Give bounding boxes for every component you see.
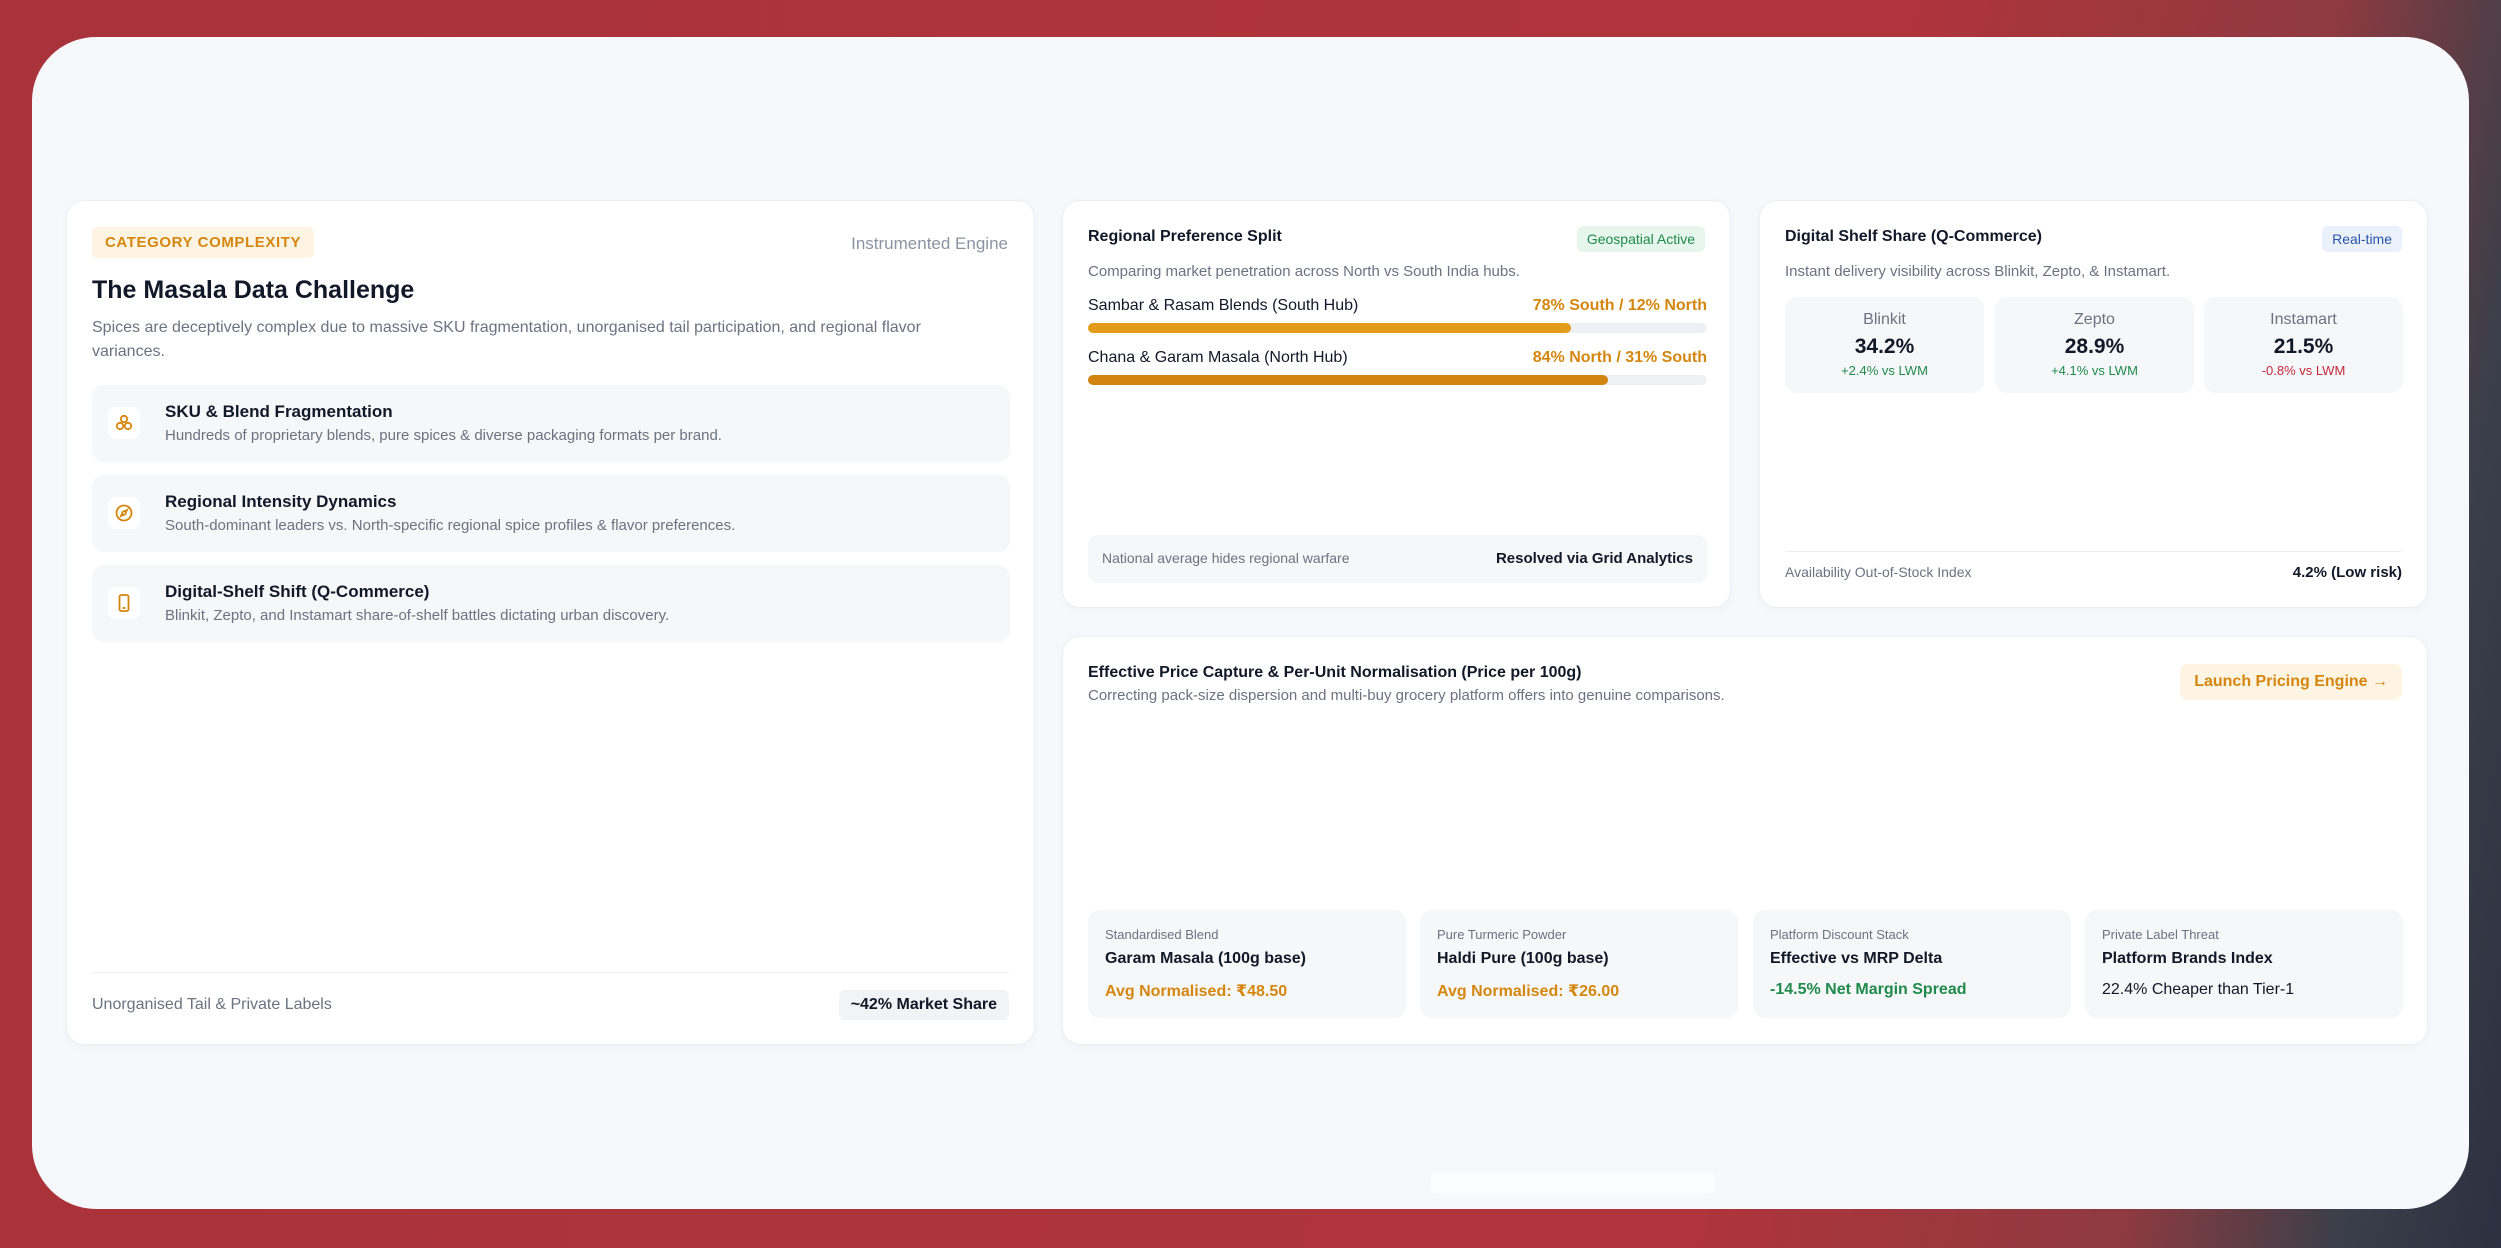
progress-fill	[1088, 375, 1608, 385]
feature-item-digital-shelf: Digital-Shelf Shift (Q-Commerce) Blinkit…	[92, 565, 1010, 642]
category-badge: CATEGORY COMPLEXITY	[92, 227, 315, 258]
tile-name: Garam Masala (100g base)	[1105, 950, 1306, 967]
platform-name: Blinkit	[1863, 311, 1906, 328]
price-tile-garam-masala: Standardised Blend Garam Masala (100g ba…	[1088, 910, 1406, 1018]
digital-shelf-card: Digital Shelf Share (Q-Commerce) Real-ti…	[1759, 200, 2428, 608]
feature-title: SKU & Blend Fragmentation	[165, 402, 393, 421]
tile-name: Platform Brands Index	[2102, 950, 2273, 967]
card-title: Regional Preference Split	[1088, 228, 1282, 245]
feature-item-sku-fragmentation: SKU & Blend Fragmentation Hundreds of pr…	[92, 385, 1010, 462]
tile-type: Private Label Threat	[2102, 927, 2219, 942]
region-value: 84% North / 31% South	[1532, 349, 1707, 366]
status-badge: Real-time	[2322, 226, 2402, 252]
tile-value: Avg Normalised: ₹26.00	[1437, 983, 1620, 1000]
pricing-normalisation-card: Effective Price Capture & Per-Unit Norma…	[1062, 636, 2428, 1045]
platform-delta: +4.1% vs LWM	[2051, 363, 2138, 378]
tile-value: -14.5% Net Margin Spread	[1770, 981, 1967, 998]
footer-label: Unorganised Tail & Private Labels	[92, 996, 332, 1013]
platform-name: Zepto	[2074, 311, 2115, 328]
tile-type: Pure Turmeric Powder	[1437, 927, 1567, 942]
feature-item-regional-intensity: Regional Intensity Dynamics South-domina…	[92, 475, 1010, 552]
footer-note: National average hides regional warfare	[1102, 550, 1350, 566]
card-subtitle: Comparing market penetration across Nort…	[1088, 263, 1520, 280]
feature-description: Hundreds of proprietary blends, pure spi…	[165, 427, 722, 444]
divider	[1785, 551, 2402, 552]
footer-label: Availability Out-of-Stock Index	[1785, 564, 1972, 580]
card-title: Effective Price Capture & Per-Unit Norma…	[1088, 664, 1582, 681]
tile-type: Standardised Blend	[1105, 927, 1219, 942]
tile-value: Avg Normalised: ₹48.50	[1105, 983, 1288, 1000]
feature-description: South-dominant leaders vs. North-specifi…	[165, 517, 736, 534]
launch-pricing-engine-button[interactable]: Launch Pricing Engine →	[2180, 664, 2402, 700]
progress-track	[1088, 323, 1707, 333]
card-title: The Masala Data Challenge	[92, 276, 415, 304]
tile-value: 22.4% Cheaper than Tier-1	[2102, 981, 2295, 998]
region-value: 78% South / 12% North	[1532, 297, 1707, 314]
region-label: Chana & Garam Masala (North Hub)	[1088, 349, 1348, 366]
engine-label: Instrumented Engine	[851, 234, 1008, 253]
bottom-highlight	[1430, 1172, 1715, 1194]
card-title: Digital Shelf Share (Q-Commerce)	[1785, 228, 2042, 245]
card-subtitle: Correcting pack-size dispersion and mult…	[1088, 687, 1725, 704]
tile-type: Platform Discount Stack	[1770, 927, 1909, 942]
mobile-icon	[108, 587, 140, 619]
platform-share: 34.2%	[1854, 335, 1915, 358]
feature-description: Blinkit, Zepto, and Instamart share-of-s…	[165, 607, 670, 624]
progress-track	[1088, 375, 1707, 385]
platform-tile-zepto: Zepto 28.9% +4.1% vs LWM	[1995, 297, 2194, 393]
card-subtitle: Instant delivery visibility across Blink…	[1785, 263, 2171, 280]
card-subtitle: Spices are deceptively complex due to ma…	[92, 319, 921, 360]
footer-value: Resolved via Grid Analytics	[1495, 550, 1693, 567]
regional-footer: National average hides regional warfare …	[1088, 535, 1707, 583]
status-badge: Geospatial Active	[1576, 226, 1705, 252]
platform-delta: +2.4% vs LWM	[1841, 363, 1928, 378]
platform-share: 28.9%	[2064, 335, 2125, 358]
progress-fill	[1088, 323, 1571, 333]
price-tile-private-label: Private Label Threat Platform Brands Ind…	[2085, 910, 2403, 1018]
footer-value: 4.2% (Low risk)	[2292, 564, 2402, 581]
price-tile-haldi: Pure Turmeric Powder Haldi Pure (100g ba…	[1420, 910, 1738, 1018]
tile-name: Effective vs MRP Delta	[1770, 950, 1943, 967]
price-tile-discount-stack: Platform Discount Stack Effective vs MRP…	[1753, 910, 2071, 1018]
compass-icon	[108, 497, 140, 529]
divider	[92, 972, 1009, 973]
feature-title: Regional Intensity Dynamics	[165, 492, 397, 511]
category-complexity-card: CATEGORY COMPLEXITY Instrumented Engine …	[66, 200, 1035, 1045]
blend-icon	[108, 407, 140, 439]
feature-title: Digital-Shelf Shift (Q-Commerce)	[165, 582, 430, 601]
platform-share: 21.5%	[2273, 335, 2334, 358]
market-share-badge: ~42% Market Share	[838, 990, 1009, 1020]
regional-preference-card: Regional Preference Split Geospatial Act…	[1062, 200, 1731, 608]
platform-delta: -0.8% vs LWM	[2261, 363, 2346, 378]
platform-tile-blinkit: Blinkit 34.2% +2.4% vs LWM	[1785, 297, 1984, 393]
tile-name: Haldi Pure (100g base)	[1437, 950, 1609, 967]
region-label: Sambar & Rasam Blends (South Hub)	[1088, 297, 1359, 314]
platform-name: Instamart	[2270, 311, 2337, 328]
platform-tile-instamart: Instamart 21.5% -0.8% vs LWM	[2204, 297, 2403, 393]
